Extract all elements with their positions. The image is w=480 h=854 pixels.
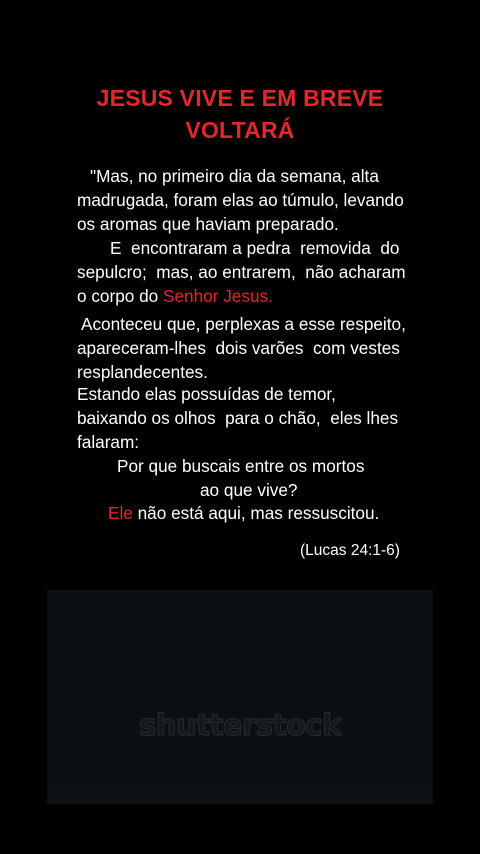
video-preview: shutterstock bbox=[47, 590, 433, 804]
verse-line: "Mas, no primeiro dia da semana, alta bbox=[90, 166, 379, 186]
watermark: shutterstock bbox=[139, 708, 342, 743]
title-line-1: JESUS VIVE E EM BREVE bbox=[96, 85, 384, 111]
verse-line: sepulcro; mas, ao entrarem, não acharam bbox=[77, 262, 406, 282]
verse-line: E encontraram a pedra removida do bbox=[110, 238, 400, 258]
verse-line: Por que buscais entre os mortos bbox=[117, 456, 365, 476]
verse-line: apareceram-lhes dois varões com vestes bbox=[77, 338, 400, 358]
verse-line: ao que vive? bbox=[200, 480, 298, 500]
verse-line: resplandecentes. bbox=[77, 362, 208, 382]
verse-text: o corpo do bbox=[77, 286, 163, 306]
verse-reference: (Lucas 24:1-6) bbox=[300, 542, 400, 559]
verse-line: falaram: bbox=[77, 432, 140, 452]
verse-line: os aromas que haviam preparado. bbox=[77, 214, 339, 234]
verse-line: Aconteceu que, perplexas a esse respeito… bbox=[81, 314, 406, 334]
verse-line: madrugada, foram elas ao túmulo, levando bbox=[77, 190, 404, 210]
verse-line: Ele não está aqui, mas ressuscitou. bbox=[108, 501, 379, 525]
title-line-2: VOLTARÁ bbox=[185, 117, 295, 143]
verse-text: não está aqui, mas ressuscitou. bbox=[132, 503, 380, 523]
highlighted-name: Senhor Jesus. bbox=[163, 286, 273, 306]
verse-line: o corpo do Senhor Jesus. bbox=[77, 284, 273, 308]
highlighted-name: Ele bbox=[108, 503, 133, 523]
page-title: JESUS VIVE E EM BREVE VOLTARÁ bbox=[0, 82, 480, 146]
verse-line: baixando os olhos para o chão, eles lhes bbox=[77, 408, 399, 428]
verse-line: Estando elas possuídas de temor, bbox=[77, 384, 336, 404]
